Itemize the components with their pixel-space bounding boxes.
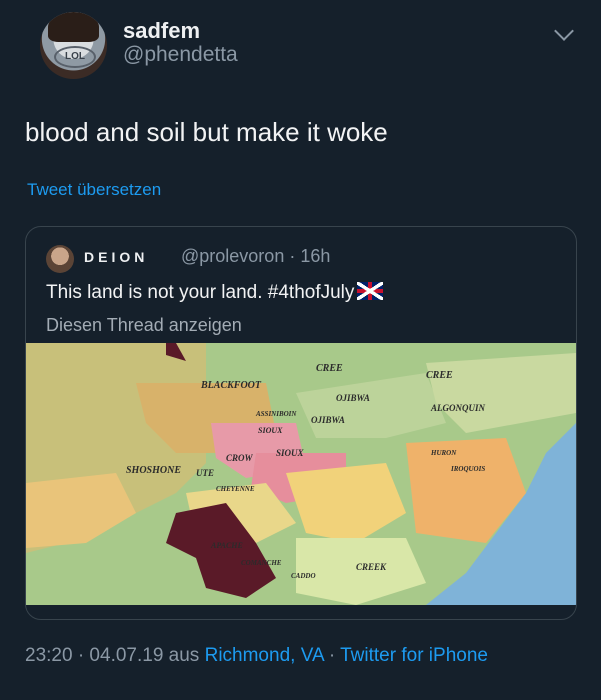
map-label-creek: CREEK — [356, 562, 387, 572]
tweet-client-link[interactable]: Twitter for iPhone — [340, 645, 488, 666]
map-label-assiniboin: ASSINIBOIN — [255, 410, 297, 418]
avatar-hair — [48, 12, 99, 42]
quoted-tweet-text: This land is not your land. #4thofJuly — [46, 282, 384, 304]
avatar-badge: LOL — [54, 46, 96, 68]
author-handle[interactable]: @phendetta — [123, 43, 238, 67]
uk-flag-icon — [357, 282, 384, 300]
map-label-cheyenne: CHEYENNE — [216, 485, 255, 493]
map-label-comanche: COMANCHE — [241, 559, 282, 567]
map-label-sioux: SIOUX — [276, 448, 305, 458]
map-label-blackfoot: BLACKFOOT — [200, 380, 262, 391]
footer-separator: · — [323, 645, 341, 666]
chevron-down-icon[interactable] — [554, 21, 574, 41]
tweet-text: blood and soil but make it woke — [25, 117, 388, 147]
map-label-huron: HURON — [430, 449, 457, 457]
map-label-iroquois: IROQUOIS — [450, 465, 485, 473]
author-avatar[interactable]: LOL — [40, 12, 107, 79]
tweet-location-link[interactable]: Richmond, VA — [205, 645, 324, 666]
author-display-name[interactable]: sadfem — [123, 18, 200, 44]
quoted-author-name[interactable]: DEION — [84, 249, 148, 265]
map-label-shoshone: SHOSHONE — [126, 465, 181, 476]
map-label-cree: CREE — [316, 363, 343, 374]
quoted-tweet-card[interactable]: DEION @prolevoron · 16h This land is not… — [25, 226, 577, 620]
quoted-author-handle-time[interactable]: @prolevoron · 16h — [181, 246, 330, 267]
tribes-map-image: CREE CREE BLACKFOOT OJIBWA OJIBWA ALGONQ… — [26, 343, 576, 605]
map-label-ojibwa-2: OJIBWA — [311, 415, 345, 425]
map-label-sioux-north: SIOUX — [258, 426, 283, 435]
quoted-author-avatar[interactable] — [46, 245, 74, 273]
map-label-algonquin: ALGONQUIN — [430, 403, 486, 413]
map-label-crow: CROW — [226, 453, 254, 463]
tweet-timestamp[interactable]: 23:20 · 04.07.19 aus — [25, 645, 199, 666]
translate-tweet-link[interactable]: Tweet übersetzen — [27, 180, 161, 200]
map-label-cree-east: CREE — [426, 370, 453, 381]
map-label-apache: APACHE — [210, 541, 243, 550]
map-label-ute: UTE — [196, 468, 214, 478]
quoted-tweet-text-content: This land is not your land. #4thofJuly — [46, 282, 355, 303]
map-label-ojibwa: OJIBWA — [336, 393, 370, 403]
map-label-caddo: CADDO — [291, 572, 316, 580]
show-thread-link[interactable]: Diesen Thread anzeigen — [46, 315, 242, 336]
tweet-footer: 23:20 · 04.07.19 aus Richmond, VA · Twit… — [25, 643, 585, 669]
